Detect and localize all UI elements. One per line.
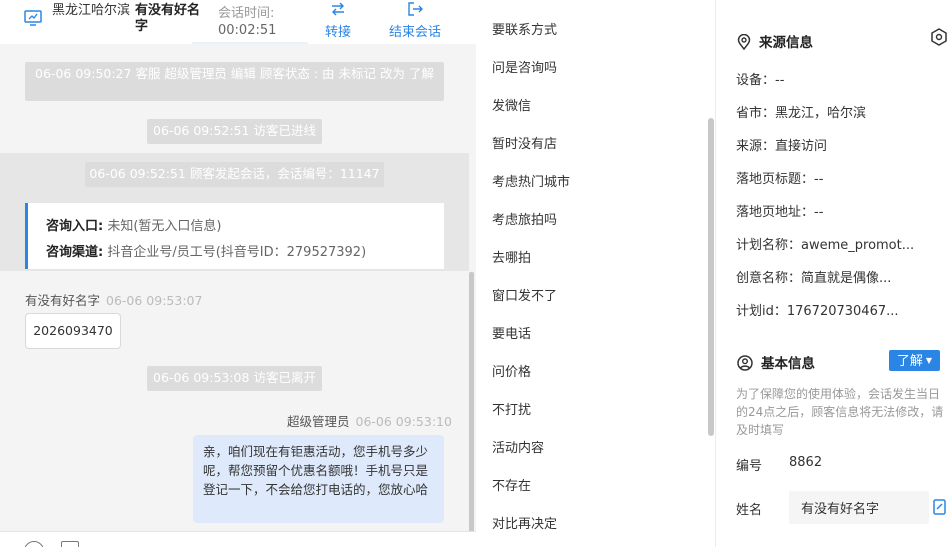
customer-status-label: 了解 (896, 354, 923, 369)
consult-info-card: 咨询入口: 未知(暂无入口信息) 咨询渠道: 抖音企业号/员工号(抖音号ID：2… (25, 203, 444, 269)
app-root: 黑龙江哈尔滨 有没有好名字 会话时间: 00:02:51 转接 结束会话 06-… (0, 0, 948, 547)
system-message: 06-06 09:52:51 访客已进线 (147, 119, 322, 144)
plan-id: 计划id：176720730467... (736, 304, 899, 319)
visitor-message-meta: 有没有好名字 06-06 09:53:07 (25, 290, 202, 309)
transfer-icon (332, 2, 344, 16)
plan-name: 计划名称：aweme_promot... (736, 238, 915, 253)
system-message: 06-06 09:50:27 客服 超级管理员 编辑 顾客状态 : 由 未标记 … (25, 62, 444, 101)
creative-name: 创意名称：简直就是偶像... (736, 271, 892, 286)
quick-reply-list: 要联系方式 问是咨询吗 发微信 暂时没有店 考虑热门城市 考虑旅拍吗 去哪拍 窗… (476, 0, 716, 547)
source-info-title: 来源信息 (759, 35, 813, 51)
quick-reply-item[interactable]: 问是咨询吗 (492, 57, 557, 76)
customer-name-input[interactable] (789, 491, 929, 524)
consult-entry-value: 未知(暂无入口信息) (107, 219, 222, 234)
settings-icon[interactable] (930, 28, 948, 46)
quick-reply-item[interactable]: 发微信 (492, 95, 531, 114)
quick-reply-scrollbar[interactable] (708, 118, 714, 436)
system-message: 06-06 09:52:51 顾客发起会话，会话编号：11147 (85, 162, 384, 187)
agent-message-time: 06-06 09:53:10 (355, 414, 452, 429)
monitor-icon (24, 10, 42, 26)
landing-page-title: 落地页标题：-- (736, 172, 824, 187)
chat-toolbar (0, 531, 476, 547)
customer-id-value: 8862 (789, 455, 823, 470)
quick-reply-item[interactable]: 考虑热门城市 (492, 171, 570, 190)
customer-id-label: 编号 (736, 459, 763, 474)
quick-reply-item[interactable]: 活动内容 (492, 437, 544, 456)
agent-sender: 超级管理员 (287, 414, 350, 429)
chat-scrollbar[interactable] (469, 272, 474, 532)
source-channel: 来源：直接访问 (736, 139, 828, 154)
edit-deadline-note: 为了保障您的使用体验，会话发生当日的24点之后，顾客信息将无法修改，请及时填写 (736, 387, 944, 437)
user-circle-icon (737, 355, 753, 371)
visitor-message-bubble: 2026093470 (25, 313, 121, 349)
visitor-sender: 有没有好名字 (25, 293, 101, 308)
consult-entry-row: 咨询入口: 未知(暂无入口信息) (46, 215, 222, 234)
source-info-header: 来源信息 (737, 31, 813, 51)
landing-page-url: 落地页地址：-- (736, 205, 824, 220)
chat-pane: 黑龙江哈尔滨 有没有好名字 会话时间: 00:02:51 转接 结束会话 06-… (0, 0, 476, 547)
consult-entry-label: 咨询入口: (46, 219, 104, 234)
image-icon[interactable] (61, 541, 79, 547)
quick-reply-item[interactable]: 暂时没有店 (492, 133, 557, 152)
quick-reply-item[interactable]: 去哪拍 (492, 247, 531, 266)
source-device: 设备：-- (736, 73, 785, 88)
basic-info-header: 基本信息 (737, 352, 815, 372)
session-time-label: 会话时间: (218, 6, 275, 21)
quick-reply-item[interactable]: 要电话 (492, 323, 531, 342)
chat-header: 黑龙江哈尔滨 有没有好名字 会话时间: 00:02:51 转接 结束会话 (0, 0, 476, 44)
session-time-value: 00:02:51 (218, 23, 277, 38)
system-message: 06-06 09:53:08 访客已离开 (147, 366, 322, 391)
quick-reply-item[interactable]: 不存在 (492, 475, 531, 494)
basic-info-title: 基本信息 (761, 356, 815, 372)
quick-reply-item[interactable]: 考虑旅拍吗 (492, 209, 557, 228)
quick-reply-item[interactable]: 问价格 (492, 361, 531, 380)
agent-message-meta: 超级管理员 06-06 09:53:10 (287, 411, 452, 430)
logout-icon (408, 2, 423, 16)
visitor-message-time: 06-06 09:53:07 (106, 293, 203, 308)
transfer-label: 转接 (324, 25, 351, 40)
consult-channel-label: 咨询渠道: (46, 245, 104, 260)
customer-status-dropdown[interactable]: 了解 ▼ (889, 350, 940, 371)
location-pin-icon (737, 34, 751, 50)
visitor-location: 黑龙江哈尔滨 (52, 3, 131, 18)
source-province-city: 省市：黑龙江，哈尔滨 (736, 106, 867, 121)
end-session-button[interactable]: 结束会话 (384, 0, 446, 40)
edit-icon[interactable] (933, 499, 947, 515)
consult-channel-row: 咨询渠道: 抖音企业号/员工号(抖音号ID：279527392) (46, 241, 366, 260)
emoji-icon[interactable] (24, 541, 44, 547)
consult-channel-value: 抖音企业号/员工号(抖音号ID：279527392) (107, 245, 367, 260)
agent-message-bubble: 亲，咱们现在有钜惠活动，您手机号多少呢，帮您预留个优惠名额哦！手机号只是登记一下… (193, 435, 444, 523)
quick-reply-item[interactable]: 对比再决定 (492, 513, 557, 532)
caret-down-icon: ▼ (925, 356, 933, 365)
quick-reply-item[interactable]: 要联系方式 (492, 19, 557, 38)
end-session-label: 结束会话 (388, 25, 441, 40)
transfer-button[interactable]: 转接 (320, 0, 356, 40)
quick-reply-item[interactable]: 不打扰 (492, 399, 531, 418)
customer-name-label: 姓名 (736, 503, 763, 518)
customer-panel: 来源信息 设备：-- 省市：黑龙江，哈尔滨 来源：直接访问 落地页标题：-- 落… (717, 0, 948, 547)
quick-reply-item[interactable]: 窗口发不了 (492, 285, 557, 304)
